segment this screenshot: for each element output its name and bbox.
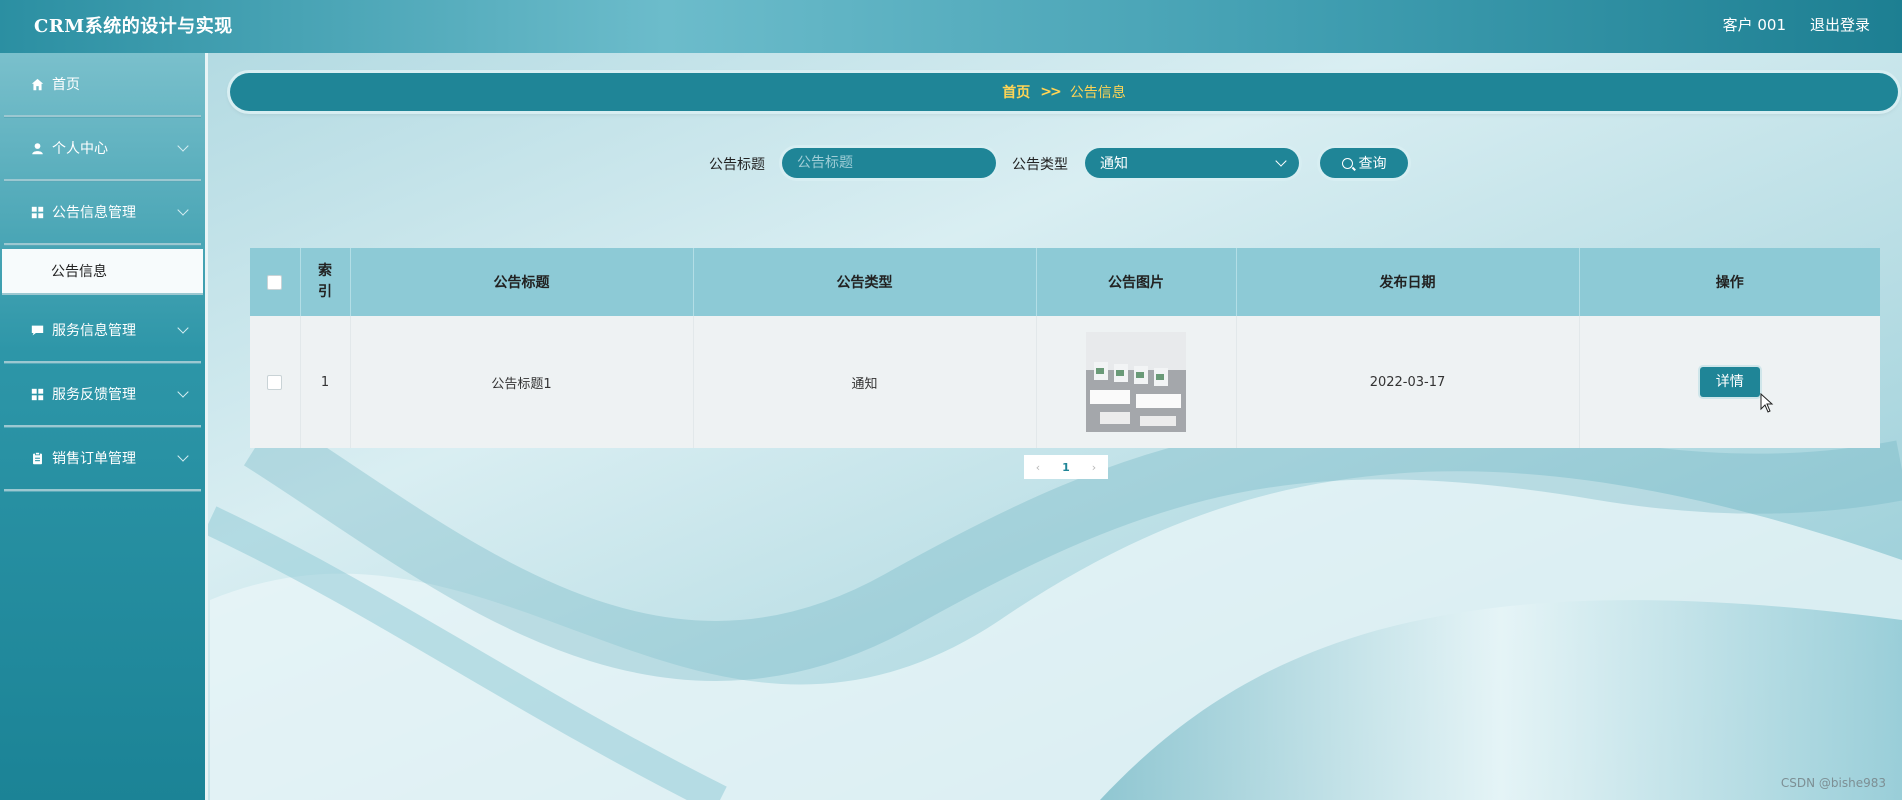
top-header: CRM系统的设计与实现 客户 001 退出登录	[0, 0, 1902, 53]
table-header-row: 索引 公告标题 公告类型 公告图片 发布日期 操作	[250, 248, 1880, 316]
row-checkbox[interactable]	[267, 374, 283, 390]
sidebar-item-label: 公告信息管理	[52, 205, 136, 221]
page-number-button[interactable]: 1	[1052, 455, 1080, 479]
sidebar-subitem-announcement-info[interactable]: 公告信息	[2, 249, 203, 295]
column-header-image: 公告图片	[1036, 248, 1237, 316]
column-header-title: 公告标题	[350, 248, 694, 316]
search-icon	[1341, 157, 1353, 169]
current-user-label: 客户 001	[1722, 16, 1786, 34]
query-button-label: 查询	[1358, 156, 1387, 172]
breadcrumb-home-link[interactable]: 首页	[1002, 82, 1030, 102]
column-header-index: 索引	[300, 248, 351, 316]
next-page-button[interactable]: ›	[1080, 455, 1108, 479]
column-header-date: 发布日期	[1236, 248, 1580, 316]
column-header-action: 操作	[1579, 248, 1880, 316]
grid-icon	[30, 205, 44, 219]
sidebar-item-sales-orders[interactable]: 销售订单管理	[4, 427, 201, 491]
title-search-label: 公告标题	[709, 157, 765, 173]
sidebar-item-label: 服务反馈管理	[52, 387, 136, 403]
type-select[interactable]: 通知	[1085, 148, 1299, 178]
table-row: 1 公告标题1 通知 2022-03-17 详情	[250, 316, 1880, 448]
row-title: 公告标题1	[350, 316, 694, 448]
detail-button[interactable]: 详情	[1699, 367, 1760, 397]
sidebar-item-label: 销售订单管理	[52, 451, 136, 467]
sidebar-item-service-feedback[interactable]: 服务反馈管理	[4, 363, 201, 427]
title-search-input[interactable]	[782, 148, 996, 178]
row-select-cell	[250, 316, 301, 448]
search-form: 公告标题 公告类型 通知 查询	[0, 148, 1902, 178]
grid-icon	[30, 387, 44, 401]
chat-icon	[30, 323, 44, 337]
row-image-cell	[1036, 316, 1237, 448]
select-all-header	[250, 248, 301, 316]
sidebar-item-home[interactable]: 首页	[4, 53, 201, 117]
chevron-down-icon	[177, 386, 189, 398]
sidebar-item-service-info[interactable]: 服务信息管理	[4, 299, 201, 363]
announcement-image	[1086, 332, 1186, 432]
clipboard-icon	[30, 451, 44, 465]
query-button[interactable]: 查询	[1320, 148, 1408, 178]
watermark: CSDN @bishe983	[1780, 776, 1886, 790]
chevron-down-icon	[177, 450, 189, 462]
breadcrumb: 首页 >> 公告信息	[230, 73, 1898, 111]
chevron-down-icon	[177, 322, 189, 334]
type-search-label: 公告类型	[1012, 157, 1068, 173]
sidebar-item-announcement-management[interactable]: 公告信息管理	[4, 181, 201, 245]
row-date: 2022-03-17	[1236, 316, 1580, 448]
chevron-down-icon	[1275, 155, 1287, 167]
prev-page-button[interactable]: ‹	[1024, 455, 1052, 479]
breadcrumb-current: 公告信息	[1069, 85, 1126, 101]
row-index: 1	[300, 316, 351, 448]
mouse-cursor-icon	[1760, 393, 1774, 413]
breadcrumb-separator: >>	[1040, 84, 1062, 100]
chevron-down-icon	[177, 204, 189, 216]
column-header-type: 公告类型	[693, 248, 1037, 316]
type-select-value: 通知	[1100, 156, 1128, 172]
logout-link[interactable]: 退出登录	[1810, 14, 1870, 35]
app-title: CRM系统的设计与实现	[34, 16, 233, 37]
pagination: ‹ 1 ›	[1024, 455, 1108, 479]
column-header-index-label: 索引	[318, 263, 332, 300]
sidebar-item-label: 服务信息管理	[52, 323, 136, 339]
home-icon	[30, 77, 44, 91]
sidebar-item-label: 首页	[52, 77, 80, 93]
select-all-checkbox[interactable]	[267, 274, 283, 290]
row-type: 通知	[693, 316, 1037, 448]
announcement-table: 索引 公告标题 公告类型 公告图片 发布日期 操作 1 公告标题1 通知 202…	[250, 248, 1880, 448]
row-actions: 详情	[1579, 316, 1880, 448]
